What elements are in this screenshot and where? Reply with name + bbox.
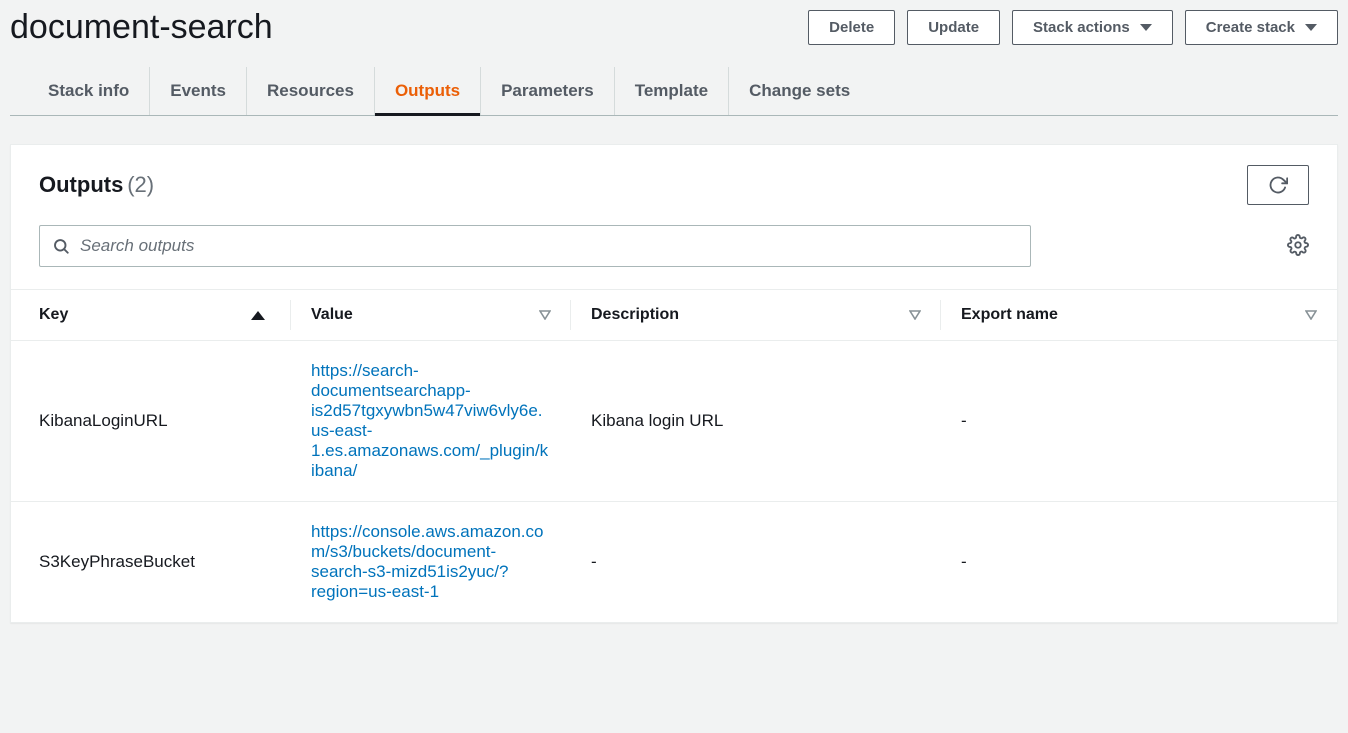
caret-down-icon (1140, 24, 1152, 31)
cell-key: KibanaLoginURL (11, 341, 291, 502)
panel-title: Outputs (39, 172, 123, 197)
outputs-table: Key Value Description (11, 289, 1337, 622)
output-link[interactable]: https://console.aws.amazon.com/s3/bucket… (311, 522, 543, 601)
column-label: Export name (961, 306, 1058, 324)
cell-value: https://console.aws.amazon.com/s3/bucket… (291, 502, 571, 623)
tab-change-sets[interactable]: Change sets (729, 67, 870, 115)
refresh-button[interactable] (1247, 165, 1309, 205)
gear-icon (1287, 234, 1309, 256)
create-stack-label: Create stack (1206, 19, 1295, 36)
search-input[interactable] (80, 236, 1018, 256)
tab-stack-info[interactable]: Stack info (28, 67, 150, 115)
column-label: Description (591, 306, 679, 324)
stack-actions-button[interactable]: Stack actions (1012, 10, 1173, 45)
search-row (11, 211, 1337, 289)
sort-icon (909, 310, 921, 320)
search-outputs-wrap[interactable] (39, 225, 1031, 267)
tabs: Stack infoEventsResourcesOutputsParamete… (10, 67, 1338, 116)
update-button-label: Update (928, 19, 979, 36)
delete-button[interactable]: Delete (808, 10, 895, 45)
table-row: S3KeyPhraseBucket https://console.aws.ama… (11, 502, 1337, 623)
cell-export: - (941, 341, 1337, 502)
settings-button[interactable] (1287, 234, 1309, 259)
tab-parameters[interactable]: Parameters (481, 67, 615, 115)
column-header-value[interactable]: Value (291, 290, 571, 341)
tab-template[interactable]: Template (615, 67, 729, 115)
panel-header: Outputs (2) (11, 145, 1337, 211)
update-button[interactable]: Update (907, 10, 1000, 45)
column-header-export[interactable]: Export name (941, 290, 1337, 341)
cell-key: S3KeyPhraseBucket (11, 502, 291, 623)
column-header-key[interactable]: Key (11, 290, 291, 341)
output-link[interactable]: https://search-documentsearchapp-is2d57t… (311, 361, 548, 480)
panel-title-wrap: Outputs (2) (39, 172, 154, 198)
sort-icon (1305, 310, 1317, 320)
tab-events[interactable]: Events (150, 67, 247, 115)
create-stack-button[interactable]: Create stack (1185, 10, 1338, 45)
sort-icon (539, 310, 551, 320)
cell-export: - (941, 502, 1337, 623)
delete-button-label: Delete (829, 19, 874, 36)
table-row: KibanaLoginURLhttps://search-documentsea… (11, 341, 1337, 502)
column-label: Key (39, 306, 68, 324)
search-icon (52, 237, 70, 255)
cell-description: Kibana login URL (571, 341, 941, 502)
tab-outputs[interactable]: Outputs (375, 67, 481, 115)
cell-description: - (571, 502, 941, 623)
stack-actions-label: Stack actions (1033, 19, 1130, 36)
page-header: document-search Delete Update Stack acti… (10, 0, 1338, 67)
tab-resources[interactable]: Resources (247, 67, 375, 115)
cell-value: https://search-documentsearchapp-is2d57t… (291, 341, 571, 502)
header-actions: Delete Update Stack actions Create stack (808, 10, 1338, 45)
panel-count: (2) (127, 172, 154, 197)
outputs-panel: Outputs (2) Key (10, 144, 1338, 623)
sort-ascending-icon (251, 311, 265, 320)
refresh-icon (1268, 175, 1288, 195)
column-label: Value (311, 306, 353, 324)
column-header-description[interactable]: Description (571, 290, 941, 341)
page-title: document-search (10, 8, 273, 47)
caret-down-icon (1305, 24, 1317, 31)
